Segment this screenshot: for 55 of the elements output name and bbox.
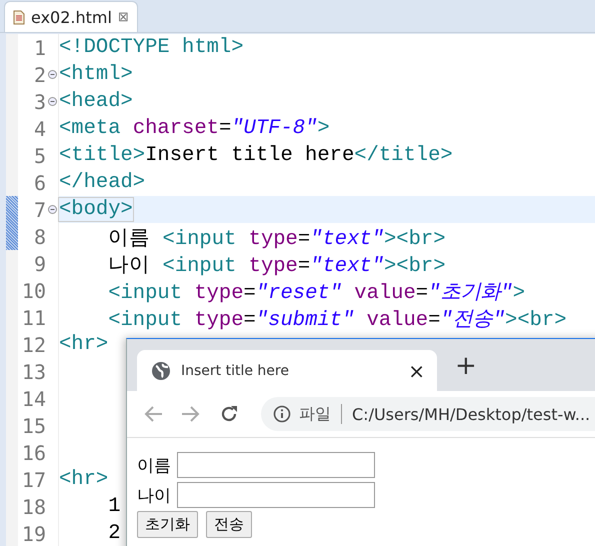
code-line: <body> (59, 198, 133, 221)
code-line: <!DOCTYPE html> (59, 36, 244, 59)
fold-icon[interactable] (48, 97, 56, 106)
tab-title: Insert title here (181, 362, 290, 378)
globe-icon (151, 360, 171, 380)
change-marker (6, 196, 18, 250)
line-number: 19 (20, 522, 46, 546)
line-number: 17 (20, 468, 46, 492)
field-label: 나이 (137, 484, 171, 506)
code-line: 1 (107, 495, 121, 518)
line-number: 16 (20, 440, 46, 464)
code-line: 2 (107, 522, 121, 545)
line-number: 7 (32, 198, 46, 222)
reload-icon[interactable] (219, 404, 239, 424)
code-line: <input type="submit" value="전송"><br> (107, 308, 567, 332)
editor-tab[interactable]: ex02.html ⊠ (4, 1, 138, 32)
reset-button[interactable]: 초기화 (137, 511, 198, 538)
code-line: 나이 <input type="text"><br> (107, 254, 446, 278)
line-number: 8 (32, 224, 46, 248)
code-line: <hr> (59, 468, 108, 491)
field-label: 이름 (137, 454, 171, 476)
browser-tab[interactable]: Insert title here × (137, 350, 437, 391)
fold-icon[interactable] (48, 70, 56, 79)
line-number: 14 (20, 386, 46, 410)
line-number: 2 (32, 62, 46, 86)
input-field[interactable] (177, 452, 375, 478)
fold-icon[interactable] (48, 205, 56, 214)
line-number: 9 (32, 252, 46, 276)
code-line: <input type="reset" value="초기화"> (107, 280, 526, 304)
line-number: 15 (20, 414, 46, 438)
new-tab-button[interactable]: + (455, 353, 477, 379)
code-line: <head> (59, 90, 133, 113)
info-icon[interactable] (273, 405, 291, 423)
code-line: <hr> (59, 333, 108, 356)
submit-button[interactable]: 전송 (206, 511, 252, 538)
address-bar[interactable]: 파일 C:/Users/MH/Desktop/test-w... (261, 397, 595, 431)
line-number: 12 (20, 332, 46, 356)
line-number: 18 (20, 494, 46, 518)
line-number: 10 (20, 278, 46, 302)
code-line: 이름 <input type="text"><br> (107, 226, 446, 250)
line-number: 5 (32, 144, 46, 168)
close-icon[interactable]: × (408, 360, 425, 380)
code-line: <meta charset="UTF-8"> (59, 117, 330, 140)
code-line: <title>Insert title here</title> (59, 144, 453, 167)
input-field[interactable] (177, 482, 375, 508)
line-number: 13 (20, 360, 46, 384)
line-number: 4 (32, 116, 46, 140)
code-line: <html> (59, 63, 133, 86)
line-number: 1 (32, 36, 46, 60)
file-icon (13, 10, 25, 24)
line-number: 11 (20, 306, 46, 330)
close-icon[interactable]: ⊠ (118, 10, 129, 24)
line-number: 3 (32, 90, 46, 114)
line-number: 6 (32, 170, 46, 194)
code-line: </head> (59, 171, 146, 194)
